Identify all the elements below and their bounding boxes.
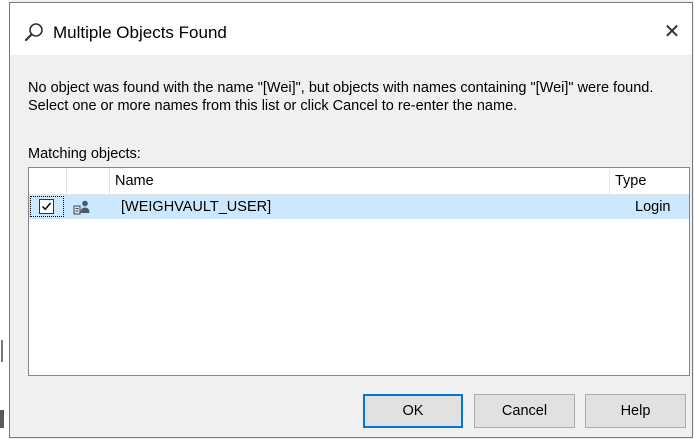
info-message: No object was found with the name "[Wei]… (28, 80, 654, 114)
row-name: [WEIGHVAULT_USER] (121, 199, 272, 215)
matching-objects-label: Matching objects: (28, 146, 141, 162)
ok-button[interactable]: OK (363, 394, 463, 428)
column-header-check[interactable] (29, 168, 67, 194)
cancel-button[interactable]: Cancel (474, 394, 575, 428)
title-bar: Multiple Objects Found ✕ (10, 3, 692, 55)
row-checkbox[interactable] (39, 199, 54, 214)
background-mark (0, 410, 4, 428)
row-focus-box (30, 196, 64, 217)
background-window-edge (0, 0, 9, 439)
column-header-type[interactable]: Type (610, 168, 689, 194)
checkmark-icon (41, 202, 52, 211)
background-mark (1, 340, 3, 362)
column-header-icon[interactable] (67, 168, 110, 194)
help-button[interactable]: Help (585, 394, 686, 428)
login-user-icon (73, 199, 91, 215)
close-icon: ✕ (663, 21, 681, 43)
row-type: Login (635, 199, 671, 215)
dialog-title: Multiple Objects Found (53, 23, 227, 42)
column-header-name[interactable]: Name (110, 168, 610, 194)
multiple-objects-dialog: Multiple Objects Found ✕ No object was f… (9, 2, 693, 438)
magnifier-icon (24, 22, 44, 42)
close-button[interactable]: ✕ (652, 17, 692, 47)
matching-objects-list[interactable]: Name Type [WEIGHVAULT_USER] Login (28, 167, 690, 376)
list-header: Name Type (29, 168, 689, 195)
table-row[interactable]: [WEIGHVAULT_USER] Login (29, 195, 689, 219)
